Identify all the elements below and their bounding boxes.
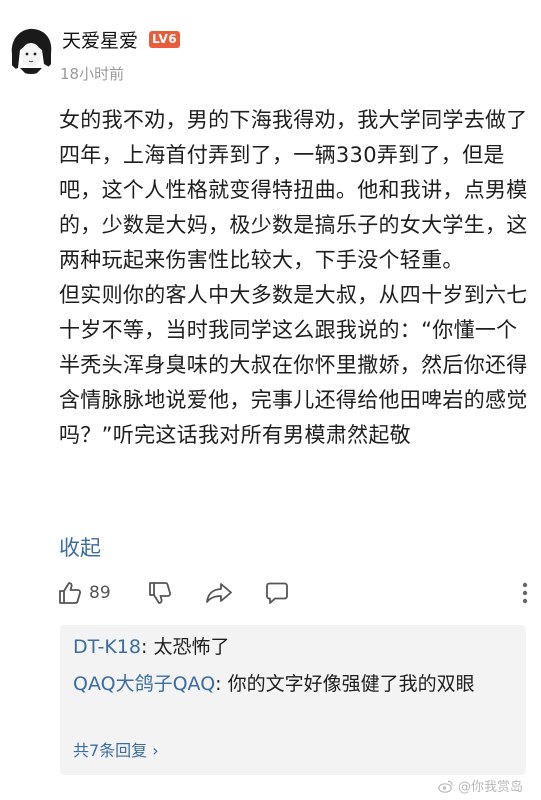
reply-author[interactable]: QAQ大鸽子QAQ [73,673,215,695]
reply-separator: : [215,673,228,695]
reply-item[interactable]: DT-K18: 太恐怖了 [73,631,513,663]
post-body: 女的我不劝，男的下海我得劝，我大学同学去做了四年，上海首付弄到了，一辆330弄到… [59,108,528,447]
more-button[interactable] [513,575,537,611]
share-icon [206,583,232,603]
reply-separator: : [140,636,154,658]
author-name[interactable]: 天爱星爱 [62,26,138,53]
dislike-button[interactable] [147,575,173,611]
action-bar: 89 [55,575,541,611]
post-time: 18小时前 [60,65,125,83]
comment-button[interactable] [263,575,291,611]
post-header: 天爱星爱 LV6 18小时前 [0,0,541,96]
reply-preview[interactable]: DT-K18: 太恐怖了 QAQ大鸽子QAQ: 你的文字好像强健了我的双眼 共7… [60,625,526,775]
reply-text: 你的文字好像强健了我的双眼 [227,673,475,695]
share-button[interactable] [205,575,233,611]
reply-text: 太恐怖了 [153,636,230,658]
reply-author[interactable]: DT-K18 [73,636,141,658]
thumbs-up-icon [59,582,82,604]
watermark: @你我赏岛 [438,776,523,795]
level-badge: LV6 [149,31,181,48]
more-icon [522,582,528,604]
collapse-link[interactable]: 收起 [59,532,101,562]
avatar-image [6,24,56,74]
comment-icon [266,582,288,604]
reply-item[interactable]: QAQ大鸽子QAQ: 你的文字好像强健了我的双眼 [73,668,513,700]
like-button[interactable]: 89 [57,575,111,611]
avatar[interactable] [6,24,56,74]
view-more-replies-link[interactable]: 共7条回复 › [73,737,159,761]
like-count: 89 [89,583,111,603]
weibo-logo-icon [438,780,453,793]
thumbs-down-icon [149,582,172,604]
watermark-text: @你我赏岛 [457,780,523,795]
